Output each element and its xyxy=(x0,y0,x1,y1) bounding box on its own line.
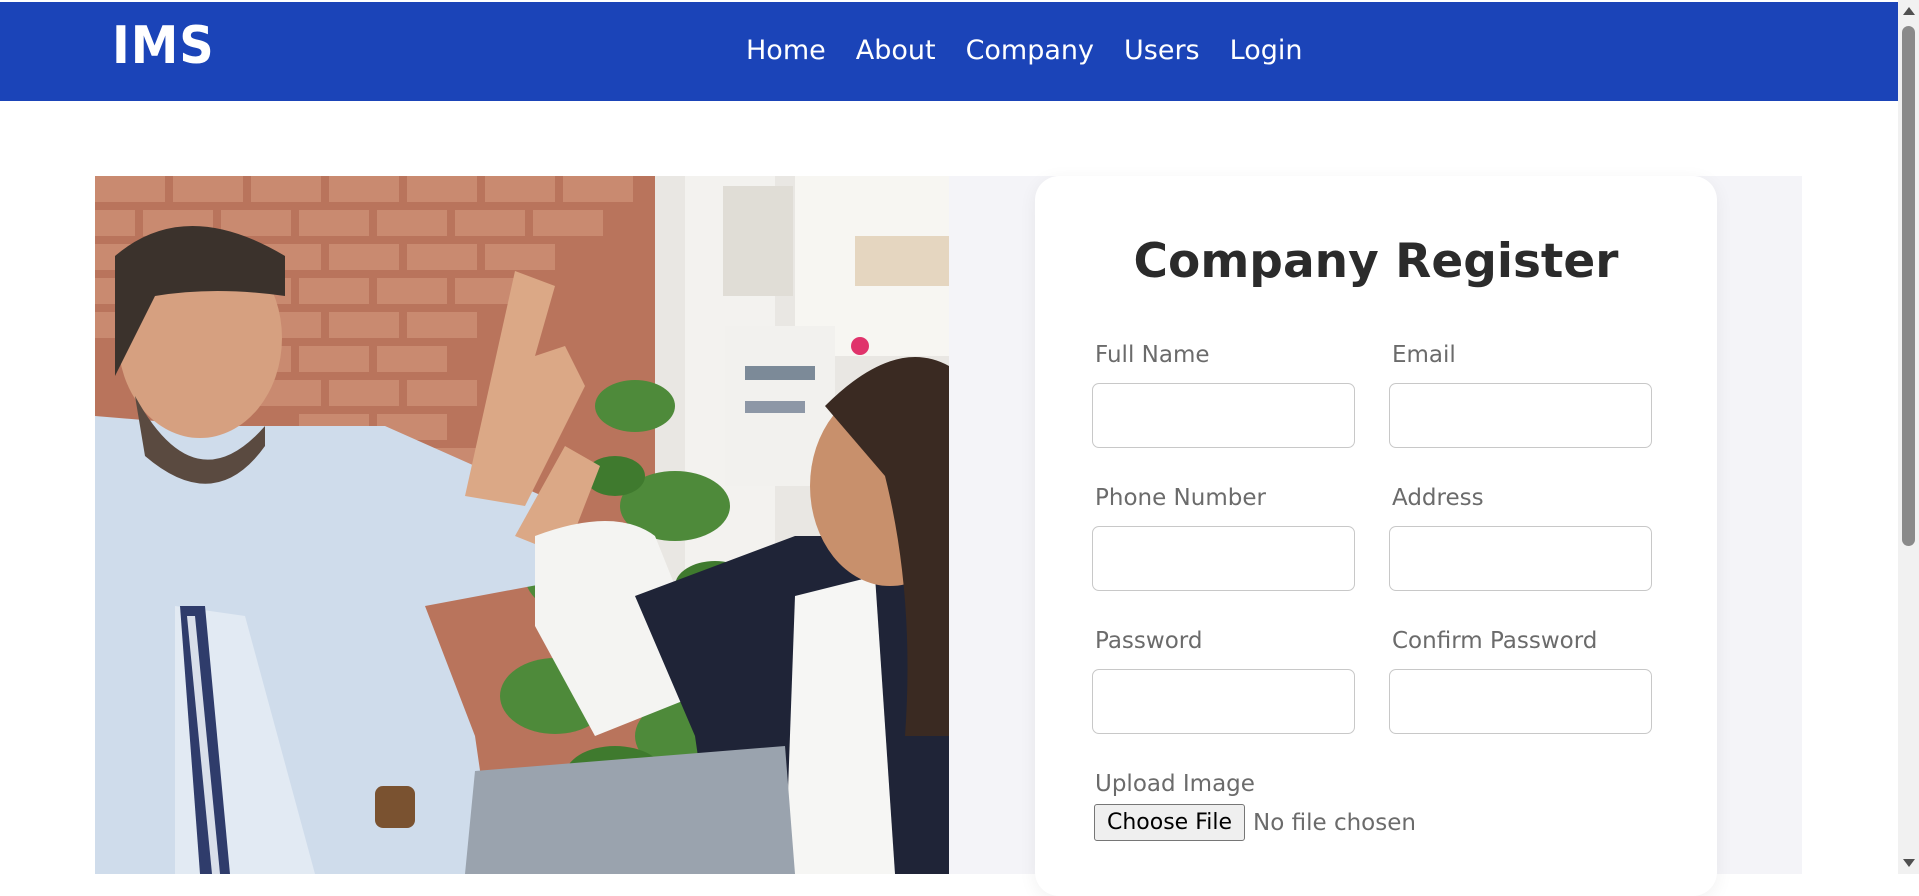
nav-link-users[interactable]: Users xyxy=(1124,35,1200,66)
brand-logo[interactable]: IMS xyxy=(112,16,215,76)
scroll-down-arrow-icon[interactable] xyxy=(1903,859,1915,867)
register-card: Company Register Full Name Email Phone N… xyxy=(1035,176,1717,896)
confirm-password-input[interactable] xyxy=(1389,669,1652,734)
hero-image xyxy=(95,176,949,874)
address-input[interactable] xyxy=(1389,526,1652,591)
form-title: Company Register xyxy=(1133,234,1619,289)
scroll-up-arrow-icon[interactable] xyxy=(1903,7,1915,15)
file-status-text: No file chosen xyxy=(1253,809,1416,836)
password-label: Password xyxy=(1095,628,1203,654)
nav-links: Home About Company Users Login xyxy=(746,35,1302,66)
file-upload-control: Choose File No file chosen xyxy=(1094,804,1416,841)
scrollbar-thumb[interactable] xyxy=(1902,26,1915,546)
address-label: Address xyxy=(1392,485,1484,511)
upload-image-label: Upload Image xyxy=(1095,771,1255,797)
password-input[interactable] xyxy=(1092,669,1355,734)
full-name-label: Full Name xyxy=(1095,342,1210,368)
nav-link-home[interactable]: Home xyxy=(746,35,826,66)
choose-file-button[interactable]: Choose File xyxy=(1094,804,1246,841)
top-navbar: IMS Home About Company Users Login xyxy=(0,2,1898,101)
nav-link-about[interactable]: About xyxy=(856,35,936,66)
phone-number-label: Phone Number xyxy=(1095,485,1266,511)
phone-number-input[interactable] xyxy=(1092,526,1355,591)
page-scrollbar[interactable] xyxy=(1898,0,1919,874)
nav-link-login[interactable]: Login xyxy=(1230,35,1303,66)
nav-link-company[interactable]: Company xyxy=(966,35,1094,66)
confirm-password-label: Confirm Password xyxy=(1392,628,1598,654)
email-input[interactable] xyxy=(1389,383,1652,448)
email-label: Email xyxy=(1392,342,1456,368)
full-name-input[interactable] xyxy=(1092,383,1355,448)
